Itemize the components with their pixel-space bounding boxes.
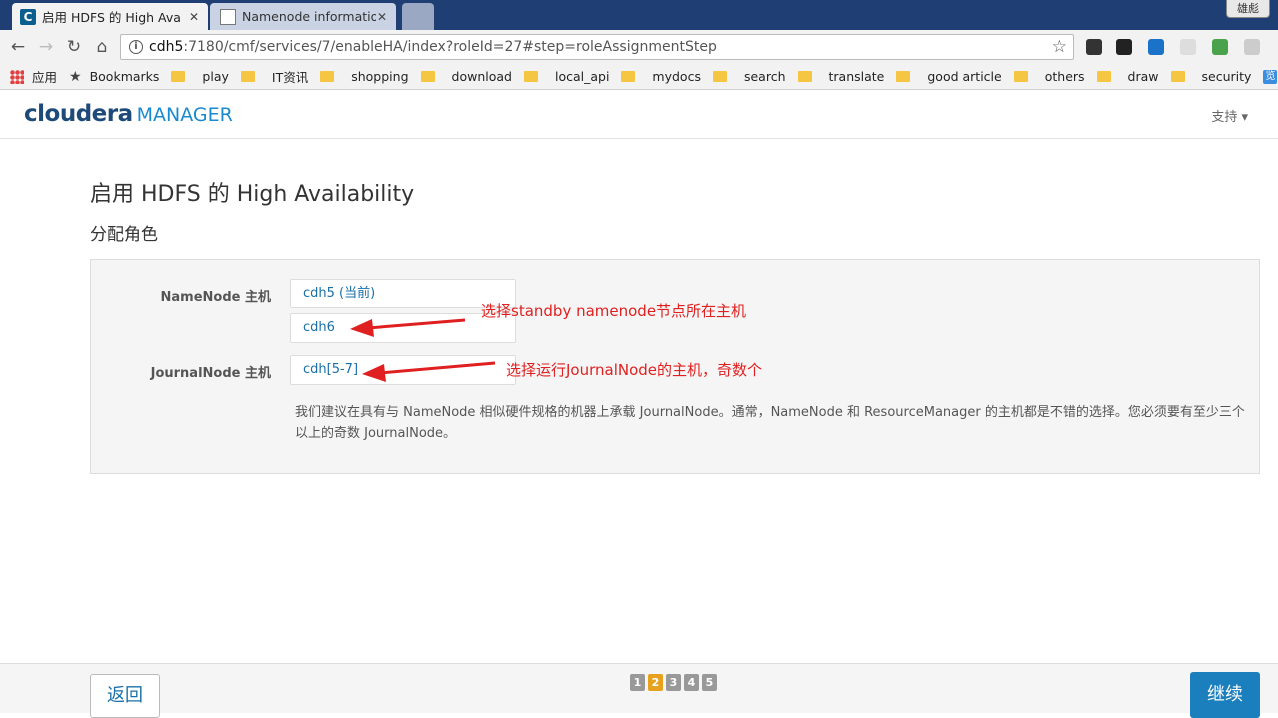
bookmark-star-icon[interactable]: ☆: [1052, 35, 1067, 59]
browser-tab-strip: C 启用 HDFS 的 High Ava ✕ Namenode informat…: [0, 0, 1278, 30]
close-icon[interactable]: ✕: [376, 10, 388, 24]
profile-button[interactable]: 雄彪: [1226, 0, 1270, 18]
plant-extension-icon[interactable]: [1212, 39, 1228, 55]
reload-icon[interactable]: ↻: [64, 37, 84, 57]
browser-toolbar: ← → ↻ ⌂ i cdh5:7180/cmf/services/7/enabl…: [0, 30, 1278, 64]
bookmark-label: local_api: [554, 69, 610, 84]
bookmark-translate[interactable]: translate: [797, 69, 885, 84]
bookmarks-bar: 应用 ★ Bookmarks play IT资讯 shopping downlo…: [0, 64, 1278, 90]
step-title: 分配角色: [90, 225, 158, 245]
page-icon: [220, 8, 236, 25]
folder-icon: [420, 71, 435, 82]
journalnode-host-selector[interactable]: cdh[5-7]: [290, 355, 516, 385]
close-icon[interactable]: ✕: [188, 10, 200, 24]
folder-icon: [712, 71, 727, 82]
folder-icon: [797, 71, 812, 82]
home-icon[interactable]: ⌂: [92, 37, 112, 57]
bookmark-apps[interactable]: 应用: [10, 67, 57, 86]
step-indicator: 1 2 3 4 5: [630, 674, 717, 691]
cloudera-favicon: C: [20, 8, 36, 25]
folder-icon: [1013, 71, 1028, 82]
star-icon: ★: [69, 68, 82, 85]
bookmark-yilan[interactable]: 览 一览: [1263, 67, 1278, 86]
bookmark-label: IT资讯: [271, 70, 309, 85]
tab-namenode-information[interactable]: Namenode information ✕: [210, 3, 396, 30]
cursor-extension-icon[interactable]: [1180, 39, 1196, 55]
tab-title: 启用 HDFS 的 High Ava: [42, 10, 181, 25]
bookmark-it[interactable]: IT资讯: [240, 67, 309, 86]
back-arrow-icon[interactable]: ←: [8, 37, 28, 57]
tab-enable-ha[interactable]: C 启用 HDFS 的 High Ava ✕: [12, 3, 208, 30]
folder-icon: [1170, 71, 1185, 82]
step-2-current[interactable]: 2: [648, 674, 663, 691]
support-menu[interactable]: 支持 ▾: [1211, 106, 1248, 125]
bookmark-label: search: [743, 69, 786, 84]
bookmark-play[interactable]: play: [171, 69, 229, 84]
step-4[interactable]: 4: [684, 674, 699, 691]
bookmark-download[interactable]: download: [420, 69, 512, 84]
wizard-footer: 返回 1 2 3 4 5 继续: [0, 663, 1278, 718]
logo-product: MANAGER: [136, 104, 233, 126]
evernote-icon[interactable]: [1086, 39, 1102, 55]
new-tab-button[interactable]: [402, 3, 434, 30]
extension-icon[interactable]: [1116, 39, 1132, 55]
cloudera-manager-logo[interactable]: cloudera MANAGER: [24, 101, 233, 128]
folder-icon: [621, 71, 636, 82]
bookmark-label: shopping: [351, 69, 409, 84]
continue-button[interactable]: 继续: [1190, 672, 1260, 718]
step-5[interactable]: 5: [702, 674, 717, 691]
url-path: :7180/cmf/services/7/enableHA/index?role…: [183, 39, 717, 55]
folder-icon: [320, 71, 335, 82]
namenode-annotation: 选择standby namenode节点所在主机: [481, 302, 747, 320]
folder-icon: [523, 71, 538, 82]
journalnode-hint: 我们建议在具有与 NameNode 相似硬件规格的机器上承载 JournalNo…: [295, 405, 1245, 441]
forward-arrow-icon[interactable]: →: [36, 37, 56, 57]
namenode-host-label: NameNode 主机: [160, 290, 271, 305]
bookmark-security[interactable]: security: [1170, 69, 1252, 84]
bookmark-local-api[interactable]: local_api: [523, 69, 610, 84]
info-icon[interactable]: i: [129, 40, 143, 54]
url-host: cdh5: [149, 39, 184, 55]
bookmark-label: good article: [927, 69, 1002, 84]
folder-icon: [171, 71, 186, 82]
step-1[interactable]: 1: [630, 674, 645, 691]
tab-title: Namenode information: [242, 9, 376, 24]
logo-brand: cloudera: [24, 101, 133, 127]
bookmark-label: 应用: [32, 70, 58, 85]
bookmark-label: translate: [828, 69, 885, 84]
bookmark-label: security: [1201, 69, 1252, 84]
bookmark-label: draw: [1127, 69, 1159, 84]
bookmark-draw[interactable]: draw: [1096, 69, 1159, 84]
bookmark-label: Bookmarks: [89, 69, 160, 84]
bookmark-search[interactable]: search: [712, 69, 786, 84]
window-extension-icon[interactable]: [1244, 39, 1260, 55]
bookmark-shopping[interactable]: shopping: [320, 69, 409, 84]
folder-icon: [1096, 71, 1111, 82]
bookmark-label: download: [451, 69, 512, 84]
bookmark-others[interactable]: others: [1013, 69, 1085, 84]
bookmark-label: play: [202, 69, 229, 84]
step-3[interactable]: 3: [666, 674, 681, 691]
bookmark-mydocs[interactable]: mydocs: [621, 69, 701, 84]
folder-icon: [240, 71, 255, 82]
apps-icon: [10, 69, 24, 84]
folder-icon: [896, 71, 911, 82]
app-header: cloudera MANAGER 支持 ▾: [0, 91, 1278, 139]
bookmark-label: mydocs: [652, 69, 701, 84]
yilan-icon: 览: [1263, 69, 1278, 84]
translate-icon[interactable]: [1148, 39, 1164, 55]
bookmark-good-article[interactable]: good article: [896, 69, 1002, 84]
page-title: 启用 HDFS 的 High Availability: [90, 182, 415, 207]
journalnode-host-label: JournalNode 主机: [150, 366, 271, 381]
bookmark-bookmarks[interactable]: ★ Bookmarks: [69, 69, 159, 85]
journalnode-annotation: 选择运行JournalNode的主机，奇数个: [506, 361, 763, 379]
bookmark-label: others: [1044, 69, 1085, 84]
back-button[interactable]: 返回: [90, 674, 160, 718]
address-bar[interactable]: i cdh5:7180/cmf/services/7/enableHA/inde…: [120, 34, 1074, 60]
